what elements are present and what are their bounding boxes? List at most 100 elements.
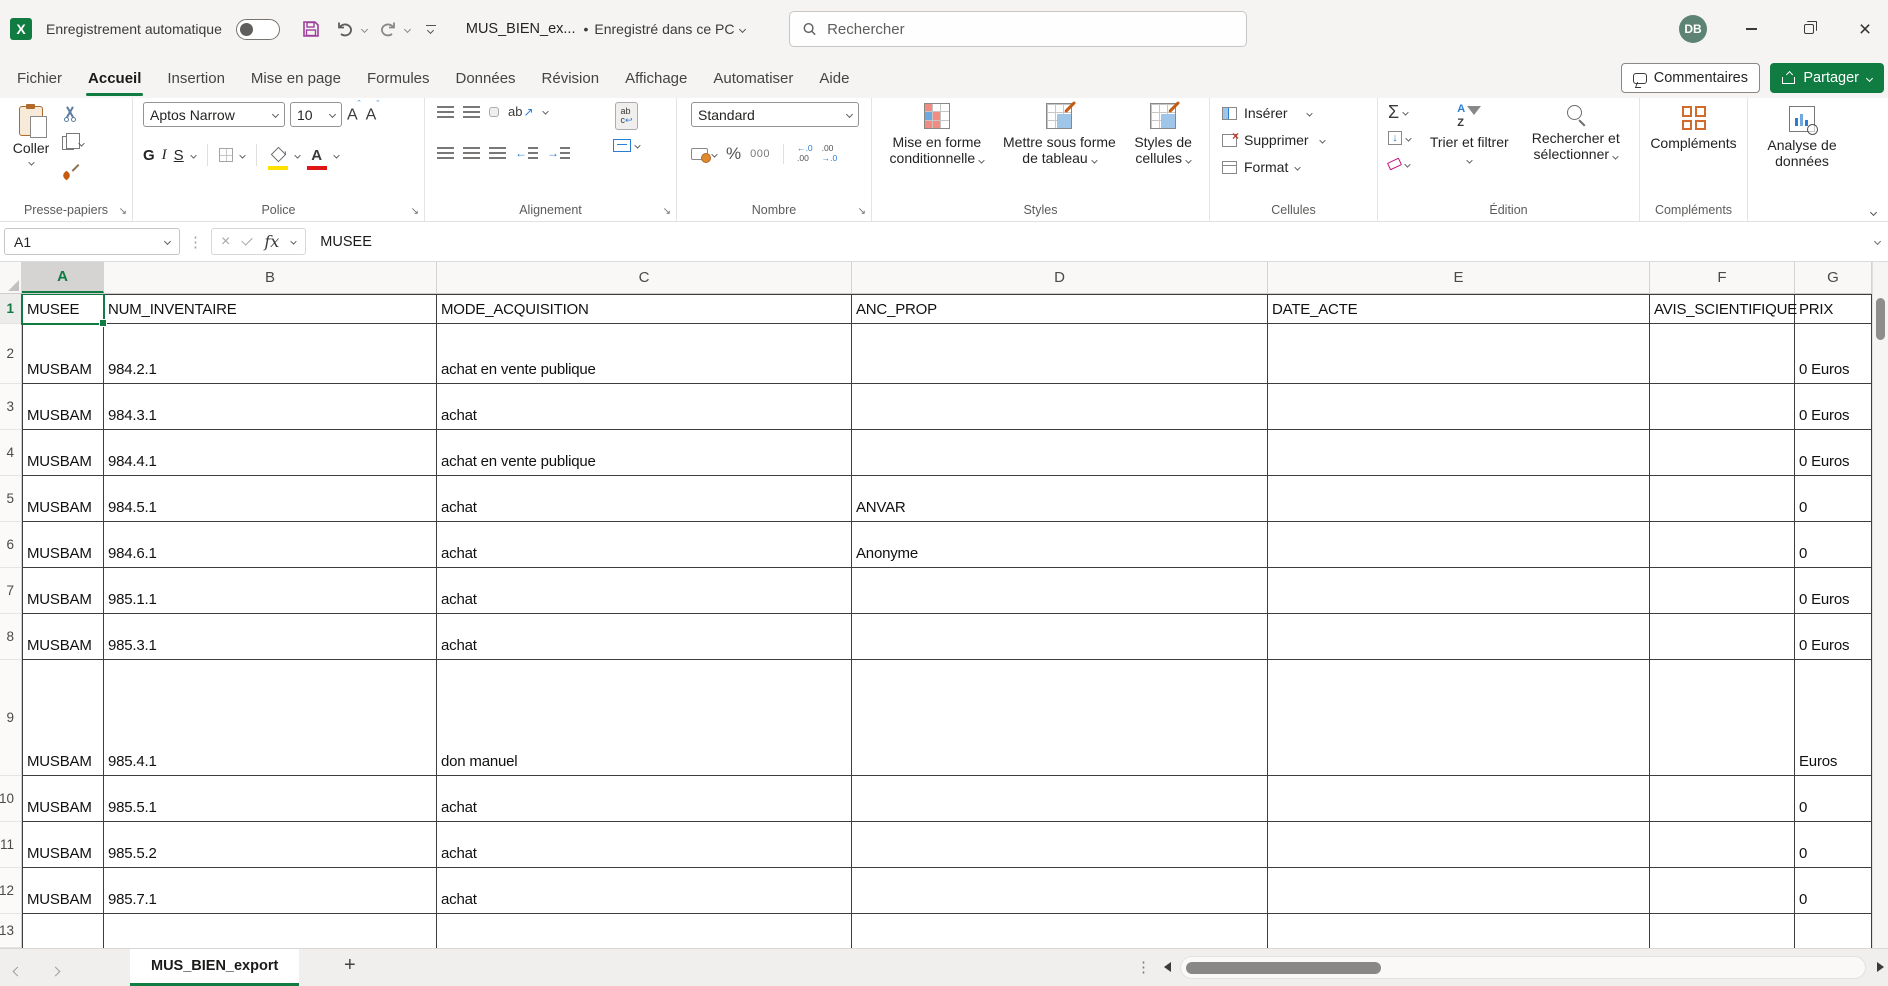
column-header-G[interactable]: G [1795, 262, 1872, 293]
cell-F3[interactable] [1650, 384, 1795, 430]
orientation-button[interactable]: ab↗ [508, 104, 534, 119]
insert-cells-button[interactable]: Insérer [1222, 103, 1325, 123]
format-painter-button[interactable] [62, 162, 84, 182]
cell-C5[interactable]: achat [437, 476, 852, 522]
cell-F9[interactable] [1650, 660, 1795, 776]
minimize-button[interactable] [1736, 15, 1766, 43]
cell-G4[interactable]: 0 Euros [1795, 430, 1872, 476]
cell-G5[interactable]: 0 [1795, 476, 1872, 522]
cell-B5[interactable]: 984.5.1 [104, 476, 437, 522]
cell-B8[interactable]: 985.3.1 [104, 614, 437, 660]
borders-chevron[interactable] [239, 152, 245, 158]
share-button[interactable]: Partager [1770, 63, 1884, 93]
cell-G12[interactable]: 0 [1795, 868, 1872, 914]
cell-C11[interactable]: achat [437, 822, 852, 868]
previous-sheet-button[interactable] [14, 962, 21, 980]
find-select-button[interactable]: Rechercher et sélectionner [1517, 100, 1635, 166]
tab-affichage[interactable]: Affichage [612, 58, 700, 98]
align-middle-button[interactable] [463, 106, 480, 118]
cell-E13[interactable] [1268, 914, 1650, 948]
row-header-9[interactable]: 9 [0, 660, 22, 776]
cell-F10[interactable] [1650, 776, 1795, 822]
copy-button[interactable] [62, 133, 84, 153]
cell-G7[interactable]: 0 Euros [1795, 568, 1872, 614]
cell-D1[interactable]: ANC_PROP [852, 294, 1268, 324]
cell-F6[interactable] [1650, 522, 1795, 568]
tab-fichier[interactable]: Fichier [4, 58, 75, 98]
tab-donnees[interactable]: Données [443, 58, 529, 98]
autosave-toggle[interactable] [236, 19, 280, 40]
document-title[interactable]: MUS_BIEN_ex... [466, 21, 576, 37]
scroll-left-arrow[interactable] [1164, 962, 1171, 972]
cell-F5[interactable] [1650, 476, 1795, 522]
cell-C2[interactable]: achat en vente publique [437, 324, 852, 384]
alignment-dialog-launcher-icon[interactable]: ↘ [663, 206, 671, 217]
cell-B13[interactable] [104, 914, 437, 948]
cell-C4[interactable]: achat en vente publique [437, 430, 852, 476]
clipboard-dialog-launcher-icon[interactable]: ↘ [119, 206, 127, 217]
cell-D4[interactable] [852, 430, 1268, 476]
orientation-chevron[interactable] [542, 108, 548, 114]
cell-A11[interactable]: MUSBAM [22, 822, 104, 868]
close-button[interactable]: × [1850, 15, 1880, 43]
cell-D10[interactable] [852, 776, 1268, 822]
wrap-text-button[interactable]: ab c↩ [615, 102, 637, 130]
cell-B7[interactable]: 985.1.1 [104, 568, 437, 614]
name-box[interactable]: A1 [4, 228, 180, 255]
cell-A12[interactable]: MUSBAM [22, 868, 104, 914]
format-cells-button[interactable]: Format [1222, 157, 1325, 177]
paste-button[interactable]: Coller [8, 100, 54, 192]
cell-A13[interactable] [22, 914, 104, 948]
fill-color-chevron[interactable] [294, 152, 300, 158]
row-header-2[interactable]: 2 [0, 324, 22, 384]
font-color-chevron[interactable] [333, 152, 339, 158]
cell-E7[interactable] [1268, 568, 1650, 614]
format-as-table-button[interactable]: Mettre sous forme de tableau [998, 100, 1122, 166]
search-input[interactable] [827, 21, 1234, 38]
row-header-3[interactable]: 3 [0, 384, 22, 430]
row-header-11[interactable]: 11 [0, 822, 22, 868]
expand-formula-bar-chevron[interactable] [1874, 238, 1881, 245]
tab-formules[interactable]: Formules [354, 58, 443, 98]
cell-B12[interactable]: 985.7.1 [104, 868, 437, 914]
conditional-formatting-button[interactable]: Mise en forme conditionnelle [876, 100, 998, 166]
cell-C1[interactable]: MODE_ACQUISITION [437, 294, 852, 324]
merge-center-button[interactable] [613, 139, 640, 152]
redo-button[interactable] [375, 16, 401, 42]
undo-button[interactable] [332, 16, 358, 42]
cell-F12[interactable] [1650, 868, 1795, 914]
underline-button[interactable]: S [174, 147, 184, 164]
italic-button[interactable]: I [162, 147, 167, 164]
cell-B1[interactable]: NUM_INVENTAIRE [104, 294, 437, 324]
cell-G13[interactable] [1795, 914, 1872, 948]
column-header-E[interactable]: E [1268, 262, 1650, 293]
cell-G8[interactable]: 0 Euros [1795, 614, 1872, 660]
cell-B3[interactable]: 984.3.1 [104, 384, 437, 430]
cell-B11[interactable]: 985.5.2 [104, 822, 437, 868]
row-header-8[interactable]: 8 [0, 614, 22, 660]
redo-menu-chevron[interactable] [404, 25, 411, 32]
align-right-button[interactable] [489, 147, 506, 159]
scroll-right-arrow[interactable] [1877, 962, 1884, 972]
cell-D11[interactable] [852, 822, 1268, 868]
increase-decimal-button[interactable]: ←.0.00 [797, 144, 813, 164]
function-chevron[interactable] [291, 238, 297, 244]
decrease-font-button[interactable]: Aˇ [366, 106, 380, 123]
cell-D2[interactable] [852, 324, 1268, 384]
cell-B4[interactable]: 984.4.1 [104, 430, 437, 476]
cell-C9[interactable]: don manuel [437, 660, 852, 776]
accounting-format-button[interactable] [691, 148, 717, 160]
cell-F1[interactable]: AVIS_SCIENTIFIQUE [1650, 294, 1795, 324]
cell-G3[interactable]: 0 Euros [1795, 384, 1872, 430]
cancel-entry-button[interactable]: × [221, 234, 230, 250]
font-size-combo[interactable]: 10 [290, 102, 342, 127]
fill-color-button[interactable] [268, 144, 288, 166]
cell-G1[interactable]: PRIX [1795, 294, 1872, 324]
align-bottom-button[interactable] [489, 107, 499, 117]
column-header-F[interactable]: F [1650, 262, 1795, 293]
cell-D13[interactable] [852, 914, 1268, 948]
tab-insertion[interactable]: Insertion [154, 58, 238, 98]
add-sheet-button[interactable]: + [344, 954, 356, 977]
cell-E8[interactable] [1268, 614, 1650, 660]
cell-C3[interactable]: achat [437, 384, 852, 430]
